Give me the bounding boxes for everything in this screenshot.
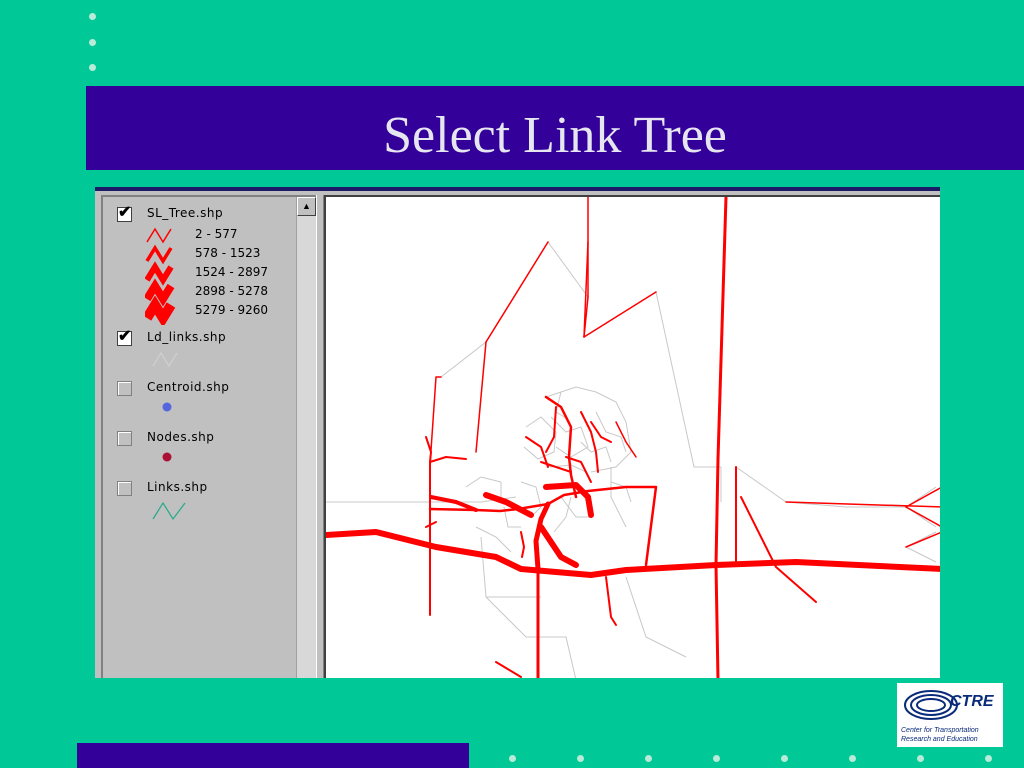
dot-icon-darkred [162, 452, 172, 462]
scroll-up-button[interactable]: ▲ [297, 197, 316, 216]
bullet-dot [849, 755, 856, 762]
layer-checkbox[interactable]: ✔ [117, 328, 132, 346]
layer-name: Nodes.shp [147, 430, 215, 444]
line-icon-red [145, 244, 173, 265]
bottom-bar [77, 743, 469, 768]
layer-name: Centroid.shp [147, 380, 230, 394]
ctre-logo: CTRE Center for Transportation Research … [897, 683, 1003, 747]
logo-subtitle-line2: Research and Education [901, 736, 978, 743]
layer-name: SL_Tree.shp [147, 206, 224, 220]
panel-splitter[interactable] [316, 195, 324, 678]
layer-name: Ld_links.shp [147, 330, 227, 344]
arrow-up-icon: ▲ [302, 201, 311, 211]
line-icon-red [145, 261, 174, 286]
bullet-dot [713, 755, 720, 762]
bullet-dot [89, 39, 96, 46]
layer-checkbox[interactable] [117, 481, 132, 496]
slide-title: Select Link Tree [383, 107, 727, 164]
layer-checkbox[interactable]: ✔ [117, 204, 132, 222]
class-label: 2898 - 5278 [195, 284, 269, 298]
gis-window-screenshot: ✔ SL_Tree.shp 2 - 577 578 - 1523 1524 - … [95, 187, 940, 678]
bullet-dot [781, 755, 788, 762]
class-label: 5279 - 9260 [195, 303, 269, 317]
layer-checkbox[interactable] [117, 381, 132, 396]
layer-checkbox[interactable] [117, 431, 132, 446]
line-icon-red [146, 227, 172, 244]
bullet-dot [509, 755, 516, 762]
bullet-dot [577, 755, 584, 762]
window-top-edge [95, 187, 940, 191]
map-canvas[interactable] [324, 195, 940, 678]
class-label: 2 - 577 [195, 227, 238, 241]
line-icon-red [145, 278, 175, 307]
title-bar: Select Link Tree [86, 86, 1024, 170]
check-icon: ✔ [118, 204, 132, 221]
bullet-dot [645, 755, 652, 762]
line-icon-green [152, 501, 186, 521]
line-icon-lightgray [152, 351, 178, 368]
legend-panel: ✔ SL_Tree.shp 2 - 577 578 - 1523 1524 - … [101, 195, 317, 678]
bullet-dot [917, 755, 924, 762]
network-map [326, 197, 940, 678]
bullet-dot [89, 13, 96, 20]
legend-scrollbar[interactable]: ▲ [296, 197, 316, 678]
class-label: 578 - 1523 [195, 246, 261, 260]
bullet-dot [89, 64, 96, 71]
line-icon-red [145, 295, 176, 325]
layer-name: Links.shp [147, 480, 208, 494]
check-icon: ✔ [118, 328, 132, 345]
sl-tree-links [326, 197, 940, 678]
bullet-dot [985, 755, 992, 762]
dot-icon-blue [162, 402, 172, 412]
sl-tree-class-symbols [145, 227, 176, 325]
logo-name: CTRE [950, 693, 994, 710]
class-label: 1524 - 2897 [195, 265, 269, 279]
logo-subtitle-line1: Center for Transportation [901, 727, 979, 734]
